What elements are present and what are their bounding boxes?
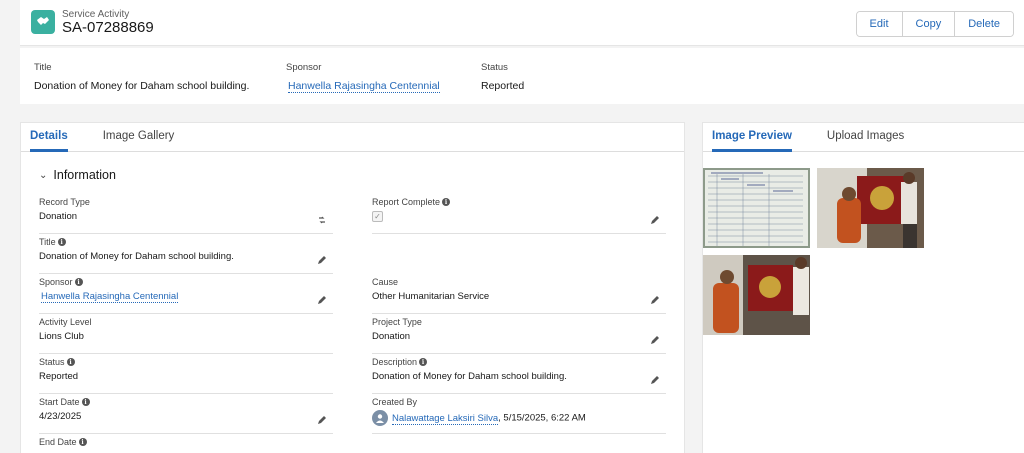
pencil-icon[interactable]	[317, 415, 327, 425]
field-label-row: Start Date i	[39, 397, 90, 407]
field-label-row: Sponsor i	[39, 277, 83, 287]
record-title: SA-07288869	[62, 19, 154, 36]
field-project-type: Project Type Donation	[372, 314, 666, 354]
field-cause: Cause Other Humanitarian Service	[372, 274, 666, 314]
highlight-sponsor: Sponsor Hanwella Rajasingha Centennial	[286, 62, 440, 93]
field-status: Status i Reported	[39, 354, 333, 394]
highlight-label: Sponsor	[286, 62, 322, 73]
field-label: Start Date	[39, 397, 80, 407]
field-start-date: Start Date i 4/23/2025	[39, 394, 333, 434]
edit-button[interactable]: Edit	[856, 12, 902, 36]
user-avatar-icon	[372, 410, 388, 426]
field-label: End Date	[39, 437, 77, 447]
field-report-complete: Report Complete i ✓	[372, 194, 666, 234]
field-label: Cause	[372, 277, 399, 287]
handshake-icon	[31, 10, 55, 34]
created-date: , 5/15/2025, 6:22 AM	[498, 412, 586, 424]
info-icon[interactable]: i	[419, 358, 428, 366]
information-section-toggle[interactable]: ⌄ Information	[39, 168, 116, 182]
tab-upload-images[interactable]: Upload Images	[827, 123, 904, 152]
field-label-row: End Date i	[39, 437, 87, 447]
delete-button[interactable]: Delete	[954, 12, 1013, 36]
copy-button[interactable]: Copy	[901, 12, 955, 36]
field-end-date: End Date i	[39, 434, 333, 453]
field-value: Other Humanitarian Service	[372, 291, 490, 302]
tab-image-preview[interactable]: Image Preview	[712, 123, 792, 152]
pencil-icon[interactable]	[317, 255, 327, 265]
details-tabs: Details Image Gallery	[21, 123, 684, 152]
pencil-icon[interactable]	[650, 335, 660, 345]
sponsor-link[interactable]: Hanwella Rajasingha Centennial	[288, 80, 440, 93]
details-card: Details Image Gallery ⌄ Information Reco…	[20, 122, 685, 453]
change-record-type-icon[interactable]	[317, 215, 327, 225]
field-label-row: Title i	[39, 237, 66, 247]
highlights-panel: Title Donation of Money for Daham school…	[20, 48, 1024, 104]
field-label: Record Type	[39, 197, 90, 207]
image-thumbnail[interactable]	[703, 168, 810, 248]
field-sponsor: Sponsor i Hanwella Rajasingha Centennial	[39, 274, 333, 314]
info-icon[interactable]: i	[442, 198, 451, 206]
highlight-value: Donation of Money for Daham school build…	[34, 80, 250, 92]
field-value: 4/23/2025	[39, 411, 82, 422]
image-thumbnail[interactable]	[817, 168, 924, 248]
field-value: Reported	[39, 371, 79, 382]
highlight-title: Title Donation of Money for Daham school…	[34, 62, 249, 92]
field-activity-level: Activity Level Lions Club	[39, 314, 333, 354]
field-label: Project Type	[372, 317, 422, 327]
highlight-status: Status Reported	[481, 62, 524, 92]
field-value: Donation of Money for Daham school build…	[39, 251, 234, 262]
field-value: Donation	[39, 211, 78, 222]
info-icon[interactable]: i	[66, 358, 75, 366]
tab-image-gallery[interactable]: Image Gallery	[103, 123, 175, 152]
field-label-row: Report Complete i	[372, 197, 451, 207]
field-label: Activity Level	[39, 317, 92, 327]
info-icon[interactable]: i	[57, 238, 66, 246]
section-title: Information	[53, 168, 116, 182]
chevron-down-icon: ⌄	[39, 169, 48, 181]
pencil-icon[interactable]	[650, 295, 660, 305]
field-value: Donation of Money for Daham school build…	[372, 371, 567, 382]
image-card: Image Preview Upload Images	[702, 122, 1024, 453]
highlight-label: Status	[481, 62, 508, 73]
field-label: Title	[39, 237, 56, 247]
field-label: Sponsor	[39, 277, 73, 287]
field-description: Description i Donation of Money for Daham…	[372, 354, 666, 394]
report-complete-checkbox[interactable]: ✓	[372, 211, 383, 222]
sponsor-link[interactable]: Hanwella Rajasingha Centennial	[41, 291, 179, 303]
highlight-value: Reported	[481, 80, 525, 92]
pencil-icon[interactable]	[650, 215, 660, 225]
field-label: Status	[39, 357, 65, 367]
action-button-group: Edit Copy Delete	[855, 11, 1014, 37]
record-header: Service Activity SA-07288869 Edit Copy D…	[20, 0, 1024, 46]
image-thumbnail[interactable]	[703, 255, 810, 335]
field-label: Created By	[372, 397, 418, 407]
info-icon[interactable]: i	[78, 438, 87, 446]
field-label: Report Complete	[372, 197, 441, 207]
field-value: Lions Club	[39, 331, 84, 342]
field-title: Title i Donation of Money for Daham schoo…	[39, 234, 333, 274]
field-label: Description	[372, 357, 418, 367]
field-label-row: Status i	[39, 357, 75, 367]
tab-details[interactable]: Details	[30, 123, 68, 152]
field-value: Donation	[372, 331, 411, 342]
field-label-row: Description i	[372, 357, 428, 367]
image-tabs: Image Preview Upload Images	[703, 123, 1024, 152]
field-record-type: Record Type Donation	[39, 194, 333, 234]
field-created-by: Created By Nalawattage Laksiri Silva, 5/…	[372, 394, 666, 434]
info-icon[interactable]: i	[74, 278, 83, 286]
pencil-icon[interactable]	[650, 375, 660, 385]
info-icon[interactable]: i	[81, 398, 90, 406]
highlight-label: Title	[34, 62, 52, 73]
created-by-user-link[interactable]: Nalawattage Laksiri Silva	[392, 412, 499, 425]
pencil-icon[interactable]	[317, 295, 327, 305]
